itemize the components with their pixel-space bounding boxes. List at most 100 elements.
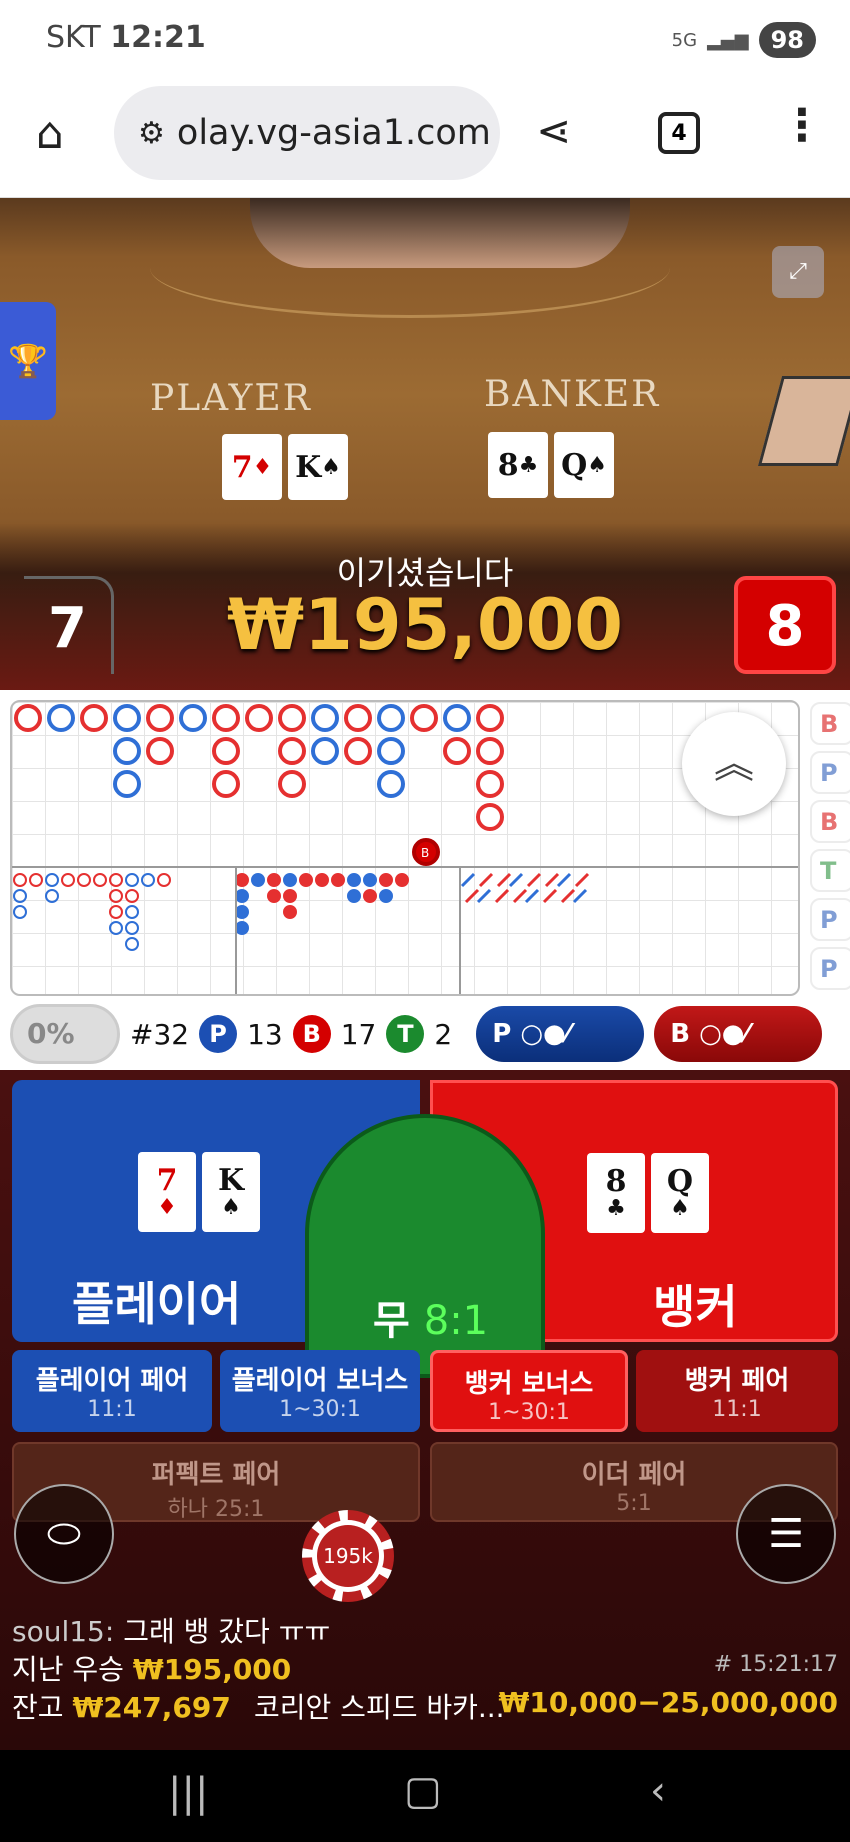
big-road-circle	[80, 704, 108, 732]
card-suit: ♦	[252, 454, 273, 480]
bead-dot	[235, 921, 249, 935]
site-settings-icon[interactable]: ⚙	[138, 116, 165, 151]
big-road-circle	[245, 704, 273, 732]
banker-score: 8	[734, 576, 836, 674]
card-suit: ♠	[587, 452, 607, 478]
banker-predict-button[interactable]: B ○●⁄	[654, 1006, 823, 1062]
big-road-circle	[377, 737, 405, 765]
stats-row: 0% #32 P 13 B 17 T 2 P ○●⁄ B ○●⁄	[0, 998, 850, 1070]
recent-apps-icon[interactable]: |||	[168, 1770, 208, 1816]
tie-bet-area[interactable]: 무 8:1	[305, 1114, 545, 1378]
video-card: Q ♠	[554, 432, 614, 498]
small-road-circle	[141, 873, 155, 887]
card-rank: K	[295, 449, 322, 485]
card-rank: 8	[497, 447, 519, 483]
big-road-circle	[14, 704, 42, 732]
bead-dot	[235, 873, 249, 887]
bead-dot	[283, 905, 297, 919]
player-predict-button[interactable]: P ○●⁄	[476, 1006, 645, 1062]
menu-button[interactable]: ☰	[736, 1484, 836, 1584]
player-dot: P	[199, 1015, 238, 1053]
banker-bet-label: 뱅커	[653, 1280, 738, 1334]
bead-dot	[299, 873, 313, 887]
small-road-circle	[125, 937, 139, 951]
roadmap-grid[interactable]: B	[10, 700, 800, 996]
player-count: 13	[247, 1017, 283, 1051]
small-road-circle	[93, 873, 107, 887]
trophy-icon[interactable]: 🏆	[0, 302, 56, 420]
cockroach-road-line	[512, 888, 528, 904]
bead-dot	[235, 905, 249, 919]
home-nav-icon[interactable]: ▢	[404, 1768, 442, 1814]
status-time: SKT 12:21	[46, 20, 206, 55]
small-road-circle	[125, 889, 139, 903]
collapse-roadmap-button[interactable]: ︽	[682, 712, 786, 816]
cockroach-road-line	[542, 888, 558, 904]
bead-dot	[363, 889, 377, 903]
home-icon[interactable]: ⌂	[36, 108, 64, 159]
cockroach-road-line	[524, 888, 540, 904]
player-video-cards: 7 ♦ K ♠	[222, 434, 348, 500]
small-road-circle	[125, 873, 139, 887]
cockroach-road-line	[478, 872, 494, 888]
bead-dot	[283, 873, 297, 887]
tie-bet-label: 무 8:1	[373, 1298, 489, 1344]
big-road-circle	[377, 704, 405, 732]
small-road-circle	[157, 873, 171, 887]
cockroach-road-line	[556, 872, 572, 888]
banker-bonus-bet[interactable]: 뱅커 보너스 1~30:1	[430, 1350, 628, 1432]
small-road-circle	[13, 889, 27, 903]
balance: 잔고 ₩247,697	[12, 1691, 231, 1724]
cockroach-road-line	[464, 888, 480, 904]
win-amount: ₩195,000	[226, 584, 624, 666]
game-id: # 15:21:17	[713, 1652, 838, 1677]
banker-count: 17	[340, 1017, 377, 1051]
roadmap-svg: B	[12, 704, 798, 994]
player-pair-bet[interactable]: 플레이어 페어 11:1	[12, 1350, 212, 1432]
big-road-circle	[311, 704, 339, 732]
cockroach-road-line	[574, 872, 590, 888]
small-road-circle	[109, 873, 123, 887]
player-bet-cards: 7 ♦ K ♠	[138, 1152, 260, 1232]
cockroach-road-line	[476, 888, 492, 904]
tabs-button[interactable]: 4	[658, 112, 700, 154]
big-road-circle	[278, 737, 306, 765]
big-road-circle	[344, 704, 372, 732]
big-road-circle	[212, 737, 240, 765]
side-result: B	[810, 800, 850, 843]
lobby-button[interactable]: ⬭	[14, 1484, 114, 1584]
lobby-icon: ⬭	[46, 1511, 82, 1557]
video-card: 8 ♣	[488, 432, 548, 498]
big-road-circle	[179, 704, 207, 732]
player-bonus-bet[interactable]: 플레이어 보너스 1~30:1	[220, 1350, 420, 1432]
selected-chip[interactable]: 195k	[302, 1510, 394, 1602]
cockroach-road-line	[526, 872, 542, 888]
card-suit: ♠	[321, 454, 341, 480]
small-road-circle	[45, 889, 59, 903]
prediction-column: B P B T P P	[810, 702, 850, 996]
signal-icon: ▂▄▆	[707, 29, 749, 51]
big-road-circle	[311, 737, 339, 765]
big-road-circle	[377, 770, 405, 798]
bead-dot	[331, 873, 345, 887]
url-bar[interactable]: ⚙ olay.vg-asia1.com	[114, 86, 500, 180]
big-road-circle	[278, 704, 306, 732]
big-road-circle	[113, 770, 141, 798]
small-road-circle	[77, 873, 91, 887]
browser-toolbar: ⌂ ⚙ olay.vg-asia1.com ⋖ 4 ⋮	[0, 78, 850, 198]
player-bet-label: 플레이어	[72, 1277, 242, 1331]
back-icon[interactable]: ‹	[650, 1768, 666, 1814]
bead-dot	[267, 889, 281, 903]
network-icon: 5G	[671, 29, 698, 51]
cockroach-road-line	[460, 872, 476, 888]
fullscreen-icon[interactable]: ⤢	[772, 246, 824, 298]
system-nav-bar: ||| ▢ ‹	[0, 1750, 850, 1842]
hamburger-icon: ☰	[768, 1511, 804, 1557]
betting-area: 7 ♦ K ♠ 플레이어 8 ♣ Q ♠ 뱅커 무 8:1 플레이어 페어 11:1 플레…	[0, 1070, 850, 1750]
percent-toggle[interactable]: 0%	[10, 1004, 120, 1064]
more-menu-icon[interactable]: ⋮	[780, 100, 824, 151]
banker-pair-bet[interactable]: 뱅커 페어 11:1	[636, 1350, 838, 1432]
share-icon[interactable]: ⋖	[536, 106, 571, 155]
bead-dot	[251, 873, 265, 887]
small-road-circle	[109, 921, 123, 935]
